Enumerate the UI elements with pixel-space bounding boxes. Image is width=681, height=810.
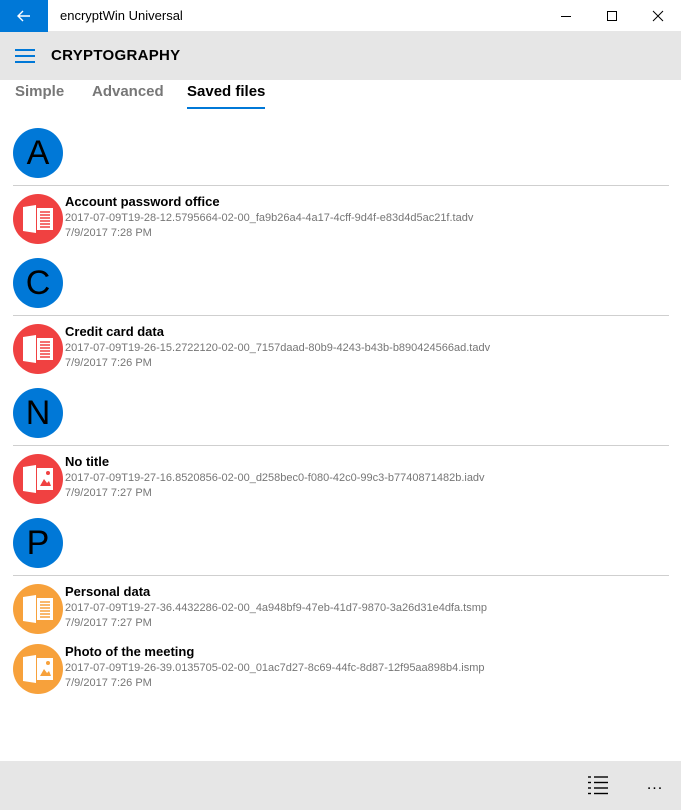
file-title: Account password office: [65, 194, 220, 209]
app-title: encryptWin Universal: [60, 8, 183, 23]
arrow-left-icon: [17, 10, 30, 22]
back-button[interactable]: [0, 0, 48, 32]
list-item[interactable]: Photo of the meeting 2017-07-09T19-26-39…: [13, 644, 669, 700]
list-item[interactable]: No title 2017-07-09T19-27-16.8520856-02-…: [13, 454, 669, 510]
file-title: No title: [65, 454, 110, 469]
file-name: 2017-07-09T19-26-39.0135705-02-00_01ac7d…: [65, 662, 485, 674]
bottom-command-bar: ...: [0, 761, 681, 810]
group-header-a[interactable]: A: [13, 128, 63, 178]
group-header-n[interactable]: N: [13, 388, 63, 438]
text-document-icon: [23, 595, 53, 623]
group-divider: [13, 445, 669, 446]
group-header-p[interactable]: P: [13, 518, 63, 568]
encrypted-file-badge: [13, 194, 63, 244]
text-document-icon: [23, 335, 53, 363]
list-item[interactable]: Account password office 2017-07-09T19-28…: [13, 194, 669, 250]
image-document-icon: [23, 655, 53, 683]
encrypted-file-badge: [13, 454, 63, 504]
tab-advanced[interactable]: Advanced: [92, 83, 164, 109]
file-title: Photo of the meeting: [65, 644, 195, 659]
group-divider: [13, 315, 669, 316]
tab-simple[interactable]: Simple: [15, 83, 64, 109]
hamburger-icon-bar: [15, 49, 35, 51]
file-date: 7/9/2017 7:26 PM: [65, 677, 152, 689]
close-icon: [652, 10, 664, 22]
list-view-button[interactable]: [580, 769, 616, 801]
app-header: CRYPTOGRAPHY: [0, 32, 681, 80]
maximize-button[interactable]: [589, 0, 635, 32]
encrypted-file-badge: [13, 324, 63, 374]
title-bar: encryptWin Universal: [0, 0, 681, 32]
encrypted-file-badge: [13, 584, 63, 634]
hamburger-icon-bar: [15, 55, 35, 57]
tab-bar: Simple Advanced Saved files: [0, 80, 681, 114]
hamburger-icon-bar: [15, 61, 35, 63]
encrypted-file-badge: [13, 644, 63, 694]
list-view-icon: [588, 776, 608, 795]
minimize-icon: [561, 16, 571, 17]
saved-files-list[interactable]: A Account password office 2017-07-09T19-…: [0, 114, 681, 761]
file-name: 2017-07-09T19-27-36.4432286-02-00_4a948b…: [65, 602, 488, 614]
more-options-button[interactable]: ...: [637, 769, 673, 801]
active-tab-indicator: [187, 107, 266, 109]
file-date: 7/9/2017 7:26 PM: [65, 357, 152, 369]
tab-saved-files-label: Saved files: [187, 83, 266, 100]
group-divider: [13, 575, 669, 576]
file-title: Credit card data: [65, 324, 164, 339]
list-item[interactable]: Credit card data 2017-07-09T19-26-15.272…: [13, 324, 669, 380]
file-title: Personal data: [65, 584, 151, 599]
minimize-button[interactable]: [543, 0, 589, 32]
close-button[interactable]: [635, 0, 681, 32]
group-header-c[interactable]: C: [13, 258, 63, 308]
file-date: 7/9/2017 7:27 PM: [65, 617, 152, 629]
file-name: 2017-07-09T19-28-12.5795664-02-00_fa9b26…: [65, 212, 474, 224]
file-name: 2017-07-09T19-27-16.8520856-02-00_d258be…: [65, 472, 485, 484]
image-document-icon: [23, 465, 53, 493]
file-date: 7/9/2017 7:27 PM: [65, 487, 152, 499]
maximize-icon: [607, 11, 617, 21]
hamburger-menu-button[interactable]: [8, 40, 42, 72]
file-date: 7/9/2017 7:28 PM: [65, 227, 152, 239]
tab-saved-files[interactable]: Saved files: [187, 83, 266, 109]
text-document-icon: [23, 205, 53, 233]
page-title: CRYPTOGRAPHY: [51, 47, 181, 64]
group-divider: [13, 185, 669, 186]
list-item[interactable]: Personal data 2017-07-09T19-27-36.443228…: [13, 584, 669, 640]
file-name: 2017-07-09T19-26-15.2722120-02-00_7157da…: [65, 342, 491, 354]
